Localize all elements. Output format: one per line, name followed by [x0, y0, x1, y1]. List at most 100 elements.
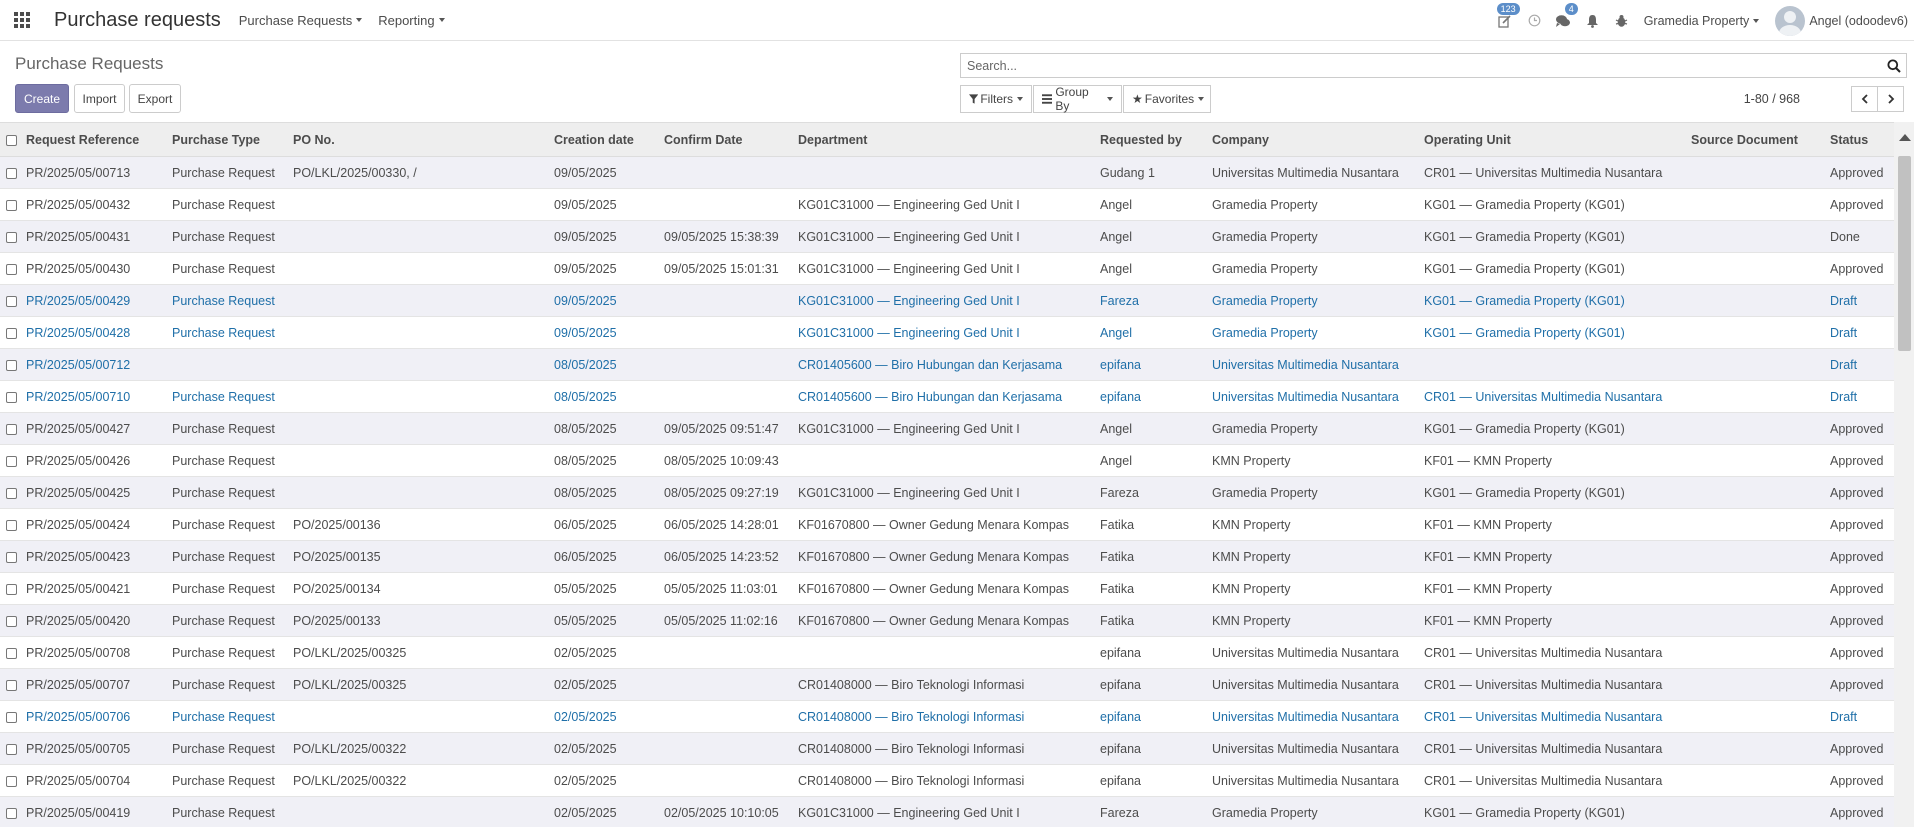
table-row[interactable]: PR/2025/05/00429 Purchase Request 09/05/20…: [0, 284, 1894, 317]
table-row[interactable]: PR/2025/05/00712 08/05/2025 CR01405600 — B…: [0, 348, 1894, 381]
cell-ref: PR/2025/05/00420: [22, 604, 168, 637]
messages-badge: 4: [1564, 3, 1578, 15]
filters-button[interactable]: Filters: [960, 85, 1032, 113]
column-header[interactable]: Request Reference: [22, 122, 168, 157]
cell-by: epifana: [1096, 380, 1208, 413]
column-header[interactable]: Source Document: [1687, 122, 1826, 157]
export-button[interactable]: Export: [129, 84, 181, 113]
cell-ref: PR/2025/05/00429: [22, 284, 168, 317]
row-checkbox[interactable]: [0, 380, 22, 413]
table-row[interactable]: PR/2025/05/00705 Purchase Request PO/LKL/2…: [0, 732, 1894, 765]
column-header[interactable]: Status: [1826, 122, 1894, 157]
company-switcher[interactable]: Gramedia Property: [1644, 14, 1760, 28]
search-icon[interactable]: [1882, 54, 1906, 77]
cell-source: [1687, 348, 1826, 381]
cell-company: Gramedia Property: [1208, 284, 1420, 317]
table-row[interactable]: PR/2025/05/00421 Purchase Request PO/2025/…: [0, 572, 1894, 605]
cell-company: KMN Property: [1208, 444, 1420, 477]
column-header[interactable]: Confirm Date: [660, 122, 794, 157]
row-checkbox[interactable]: [0, 732, 22, 765]
column-header[interactable]: Department: [794, 122, 1096, 157]
cell-status: Approved: [1826, 540, 1894, 573]
column-header[interactable]: Company: [1208, 122, 1420, 157]
row-checkbox[interactable]: [0, 668, 22, 701]
cell-ou: KF01 — KMN Property: [1420, 572, 1687, 605]
cell-confirm: [660, 316, 794, 349]
table-row[interactable]: PR/2025/05/00704 Purchase Request PO/LKL/2…: [0, 764, 1894, 797]
row-checkbox[interactable]: [0, 572, 22, 605]
cell-ou: CR01 — Universitas Multimedia Nusantara: [1420, 156, 1687, 189]
menu-purchase-requests[interactable]: Purchase Requests: [239, 13, 363, 28]
user-menu[interactable]: Angel (odoodev6): [1775, 5, 1908, 36]
row-checkbox[interactable]: [0, 444, 22, 477]
row-checkbox[interactable]: [0, 636, 22, 669]
row-checkbox[interactable]: [0, 796, 22, 827]
row-checkbox[interactable]: [0, 540, 22, 573]
apps-menu-icon[interactable]: [0, 0, 44, 41]
table-row[interactable]: PR/2025/05/00425 Purchase Request 08/05/20…: [0, 476, 1894, 509]
row-checkbox[interactable]: [0, 764, 22, 797]
column-header[interactable]: PO No.: [289, 122, 550, 157]
favorites-button[interactable]: ★ Favorites: [1123, 85, 1211, 113]
cell-ou: KG01 — Gramedia Property (KG01): [1420, 412, 1687, 445]
row-checkbox[interactable]: [0, 412, 22, 445]
table-row[interactable]: PR/2025/05/00420 Purchase Request PO/2025/…: [0, 604, 1894, 637]
row-checkbox[interactable]: [0, 508, 22, 541]
groupby-button[interactable]: Group By: [1033, 85, 1122, 113]
vertical-scrollbar[interactable]: [1894, 122, 1914, 827]
table-row[interactable]: PR/2025/05/00710 Purchase Request 08/05/20…: [0, 380, 1894, 413]
search-input[interactable]: [961, 58, 1882, 73]
cell-ou: KF01 — KMN Property: [1420, 444, 1687, 477]
pager-value[interactable]: 1-80 / 968: [1744, 92, 1800, 106]
row-checkbox[interactable]: [0, 156, 22, 189]
column-header[interactable]: Requested by: [1096, 122, 1208, 157]
table-row[interactable]: PR/2025/05/00706 Purchase Request 02/05/20…: [0, 700, 1894, 733]
cell-confirm: [660, 380, 794, 413]
pager-next-icon[interactable]: [1877, 86, 1904, 112]
row-checkbox[interactable]: [0, 348, 22, 381]
cell-po: PO/LKL/2025/00330, /: [289, 156, 550, 189]
bell-icon[interactable]: [1578, 0, 1607, 41]
cell-source: [1687, 412, 1826, 445]
column-header[interactable]: Creation date: [550, 122, 660, 157]
table-row[interactable]: PR/2025/05/00713 Purchase Request PO/LKL/2…: [0, 156, 1894, 189]
cell-status: Draft: [1826, 380, 1894, 413]
column-header[interactable]: Purchase Type: [168, 122, 289, 157]
table-row[interactable]: PR/2025/05/00419 Purchase Request 02/05/20…: [0, 796, 1894, 827]
cell-confirm: 02/05/2025 10:10:05: [660, 796, 794, 827]
table-row[interactable]: PR/2025/05/00424 Purchase Request PO/2025/…: [0, 508, 1894, 541]
table-row[interactable]: PR/2025/05/00427 Purchase Request 08/05/20…: [0, 412, 1894, 445]
cell-type: Purchase Request: [168, 732, 289, 765]
row-checkbox[interactable]: [0, 700, 22, 733]
cell-created: 05/05/2025: [550, 604, 660, 637]
create-button[interactable]: Create: [15, 84, 69, 113]
table-row[interactable]: PR/2025/05/00708 Purchase Request PO/LKL/2…: [0, 636, 1894, 669]
row-checkbox[interactable]: [0, 188, 22, 221]
clock-icon[interactable]: [1520, 0, 1549, 41]
messages-icon[interactable]: 4: [1549, 0, 1578, 41]
select-all-checkbox[interactable]: [0, 122, 22, 157]
menu-reporting[interactable]: Reporting: [378, 13, 445, 28]
row-checkbox[interactable]: [0, 220, 22, 253]
table-row[interactable]: PR/2025/05/00426 Purchase Request 08/05/20…: [0, 444, 1894, 477]
cell-source: [1687, 316, 1826, 349]
table-row[interactable]: PR/2025/05/00432 Purchase Request 09/05/20…: [0, 188, 1894, 221]
row-checkbox[interactable]: [0, 476, 22, 509]
import-button[interactable]: Import: [74, 84, 125, 113]
table-row[interactable]: PR/2025/05/00431 Purchase Request 09/05/20…: [0, 220, 1894, 253]
row-checkbox[interactable]: [0, 284, 22, 317]
scroll-up-icon[interactable]: [1899, 134, 1911, 141]
row-checkbox[interactable]: [0, 316, 22, 349]
pager-previous-icon[interactable]: [1851, 86, 1878, 112]
column-header[interactable]: Operating Unit: [1420, 122, 1687, 157]
table-row[interactable]: PR/2025/05/00707 Purchase Request PO/LKL/2…: [0, 668, 1894, 701]
activity-icon[interactable]: 123: [1491, 0, 1520, 41]
scrollbar-thumb[interactable]: [1898, 156, 1911, 351]
table-row[interactable]: PR/2025/05/00428 Purchase Request 09/05/20…: [0, 316, 1894, 349]
row-checkbox[interactable]: [0, 252, 22, 285]
bug-icon[interactable]: [1607, 0, 1636, 41]
table-row[interactable]: PR/2025/05/00423 Purchase Request PO/2025/…: [0, 540, 1894, 573]
cell-ou: KG01 — Gramedia Property (KG01): [1420, 796, 1687, 827]
table-row[interactable]: PR/2025/05/00430 Purchase Request 09/05/20…: [0, 252, 1894, 285]
row-checkbox[interactable]: [0, 604, 22, 637]
